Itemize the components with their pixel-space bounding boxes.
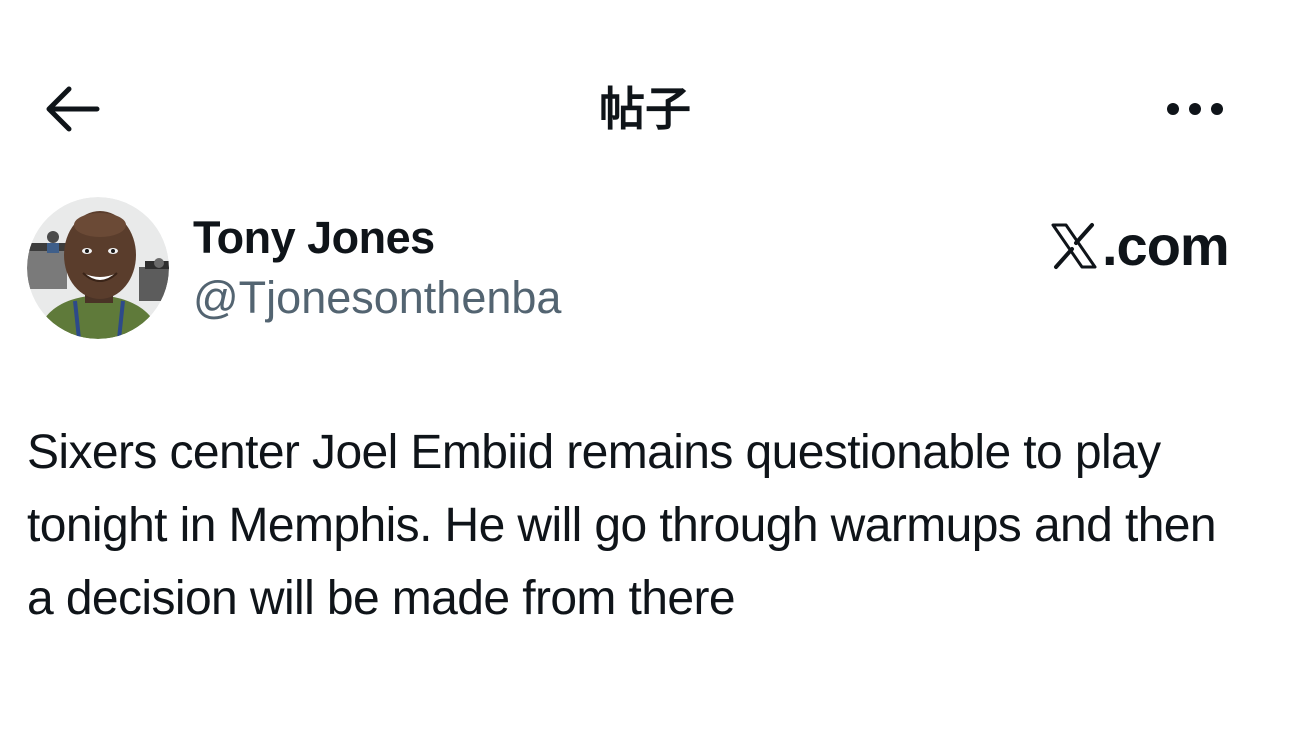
brand-watermark: .com bbox=[1050, 214, 1230, 278]
more-options-button[interactable] bbox=[1160, 86, 1230, 132]
more-horizontal-icon bbox=[1167, 103, 1223, 115]
author-name[interactable]: Tony Jones bbox=[193, 210, 435, 266]
avatar-photo bbox=[27, 197, 169, 339]
x-logo-icon bbox=[1051, 223, 1097, 269]
avatar[interactable] bbox=[27, 197, 169, 339]
page-title: 帖子 bbox=[599, 82, 691, 136]
arrow-left-icon bbox=[46, 86, 100, 132]
tweet-text: Sixers center Joel Embiid remains questi… bbox=[27, 426, 1217, 625]
author-handle[interactable]: @Tjonesonthenba bbox=[193, 270, 561, 326]
post-detail-screen: 帖子 Tony Jones @Tjonesonthenba .com Sixer… bbox=[0, 0, 1290, 755]
back-button[interactable] bbox=[40, 80, 106, 138]
brand-text: .com bbox=[1102, 214, 1230, 277]
